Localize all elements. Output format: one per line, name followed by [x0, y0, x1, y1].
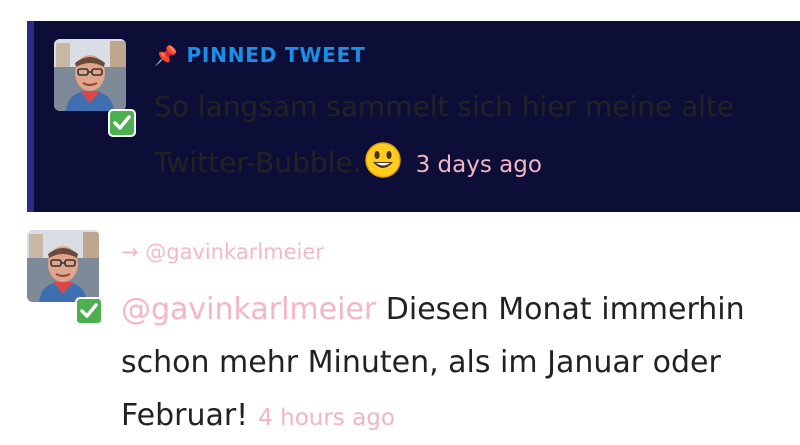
smiley-face-emoji: [364, 141, 402, 179]
reply-to-link[interactable]: → @gavinkarlmeier: [121, 240, 324, 264]
timestamp[interactable]: 3 days ago: [416, 152, 542, 178]
avatar[interactable]: [27, 230, 99, 302]
pushpin-icon: 📌: [154, 45, 179, 67]
timestamp[interactable]: 4 hours ago: [258, 405, 395, 431]
pinned-tweet-label: 📌 PINNED TWEET: [154, 43, 366, 67]
verified-check-icon: [108, 109, 136, 137]
mention-link[interactable]: @gavinkarlmeier: [121, 292, 376, 327]
tweet-text: @gavinkarlmeier Diesen Monat immerhin sc…: [121, 292, 745, 433]
pinned-tweet-text: So langsam sammelt sich hier meine alte …: [154, 90, 735, 179]
verified-check-icon: [75, 297, 103, 325]
avatar[interactable]: [54, 39, 126, 111]
pinned-tweet[interactable]: 📌 PINNED TWEET So langsam sammelt sich hi…: [27, 21, 800, 212]
